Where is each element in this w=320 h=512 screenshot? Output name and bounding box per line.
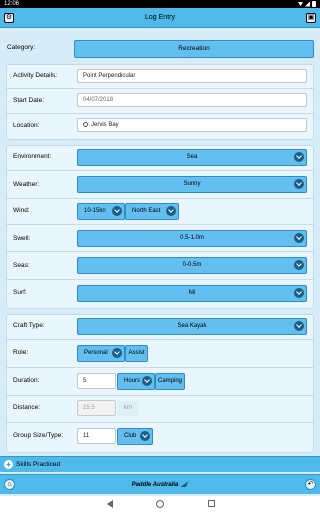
status-icons bbox=[298, 0, 316, 8]
divider bbox=[7, 88, 313, 89]
environment-select[interactable]: Sea bbox=[77, 149, 307, 166]
status-bar: 12:06 bbox=[0, 0, 320, 8]
search-icon bbox=[83, 122, 88, 127]
bottom-bar: ⌂ Paddle Australia ↶ bbox=[0, 474, 320, 494]
camping-toggle[interactable]: Camping bbox=[155, 373, 185, 390]
group-size-input[interactable]: 11 bbox=[77, 428, 116, 444]
category-label: Category: bbox=[7, 44, 36, 51]
divider bbox=[7, 422, 313, 423]
chevron-down-icon bbox=[166, 206, 176, 216]
role-select[interactable]: Personal bbox=[77, 345, 125, 362]
chevron-down-icon bbox=[112, 206, 122, 216]
divider bbox=[7, 170, 313, 171]
save-icon[interactable]: ▣ bbox=[306, 13, 316, 23]
recent-apps-icon[interactable] bbox=[208, 500, 215, 507]
environment-label: Environment: bbox=[13, 153, 52, 160]
chevron-down-icon bbox=[112, 348, 122, 358]
group-type-select[interactable]: Club bbox=[117, 428, 153, 445]
divider bbox=[7, 339, 313, 340]
seas-select[interactable]: 0-0.5m bbox=[77, 257, 307, 274]
duration-unit-select[interactable]: Hours bbox=[117, 373, 155, 390]
chevron-down-icon bbox=[294, 288, 304, 298]
skills-practiced-label: Skills Practiced bbox=[16, 461, 61, 468]
surf-select[interactable]: Nil bbox=[77, 285, 307, 302]
divider bbox=[7, 224, 313, 225]
undo-icon[interactable]: ↶ bbox=[305, 479, 316, 490]
battery-icon bbox=[312, 1, 316, 7]
home-circle-icon[interactable] bbox=[156, 500, 164, 508]
chevron-down-icon bbox=[294, 321, 304, 331]
chevron-down-icon bbox=[294, 152, 304, 162]
distance-unit: km bbox=[118, 401, 138, 416]
chevron-down-icon bbox=[294, 179, 304, 189]
system-nav-bar bbox=[0, 496, 320, 512]
location-input[interactable]: Jervis Bay bbox=[77, 118, 307, 132]
surf-label: Surf: bbox=[13, 289, 27, 296]
paddle-logo-icon bbox=[180, 481, 189, 487]
chevron-down-icon bbox=[294, 260, 304, 270]
activity-input[interactable]: Point Perpendicular bbox=[77, 69, 307, 83]
top-bar: ⚙ Log Entry ▣ bbox=[0, 8, 320, 28]
chevron-down-icon bbox=[140, 431, 150, 441]
location-value: Jervis Bay bbox=[91, 122, 119, 128]
weather-select[interactable]: Sunny bbox=[77, 176, 307, 193]
start-date-label: Start Date: bbox=[13, 97, 45, 104]
status-time: 12:06 bbox=[4, 1, 20, 7]
assist-toggle[interactable]: Assist bbox=[125, 345, 148, 362]
wind-speed-select[interactable]: 10-15kn bbox=[77, 203, 125, 220]
chevron-down-icon bbox=[142, 376, 152, 386]
brand-logo: Paddle Australia bbox=[0, 475, 320, 495]
page-title: Log Entry bbox=[145, 14, 175, 21]
category-select[interactable]: Recreation bbox=[74, 40, 314, 58]
distance-input[interactable]: 15.5 bbox=[77, 400, 116, 416]
wind-label: Wind: bbox=[13, 207, 30, 214]
swell-select[interactable]: 0.5-1.0m bbox=[77, 230, 307, 247]
divider bbox=[7, 395, 313, 396]
group-size-label: Group Size/Type: bbox=[13, 432, 64, 439]
back-icon[interactable] bbox=[107, 500, 113, 508]
divider bbox=[7, 251, 313, 252]
duration-input[interactable]: 5 bbox=[77, 373, 116, 389]
plus-icon: + bbox=[4, 460, 13, 469]
weather-label: Weather: bbox=[13, 181, 40, 188]
start-date-input[interactable]: 04/07/2018 bbox=[77, 93, 307, 107]
divider bbox=[7, 279, 313, 280]
skills-practiced-bar[interactable]: + Skills Practiced bbox=[0, 456, 320, 472]
divider bbox=[7, 113, 313, 114]
wind-direction-select[interactable]: North East bbox=[125, 203, 179, 220]
distance-label: Distance: bbox=[13, 404, 41, 411]
location-label: Location: bbox=[13, 122, 40, 129]
chevron-down-icon bbox=[294, 233, 304, 243]
seas-label: Seas: bbox=[13, 262, 30, 269]
divider bbox=[7, 198, 313, 199]
swell-label: Swell: bbox=[13, 235, 31, 242]
craft-type-select[interactable]: Sea Kayak bbox=[77, 318, 307, 335]
role-label: Role: bbox=[13, 349, 29, 356]
divider bbox=[7, 367, 313, 368]
wifi-icon bbox=[298, 2, 303, 6]
activity-label: Activity Details: bbox=[13, 72, 58, 79]
duration-label: Duration: bbox=[13, 377, 40, 384]
craft-type-label: Craft Type: bbox=[13, 322, 45, 329]
signal-icon bbox=[305, 1, 310, 7]
